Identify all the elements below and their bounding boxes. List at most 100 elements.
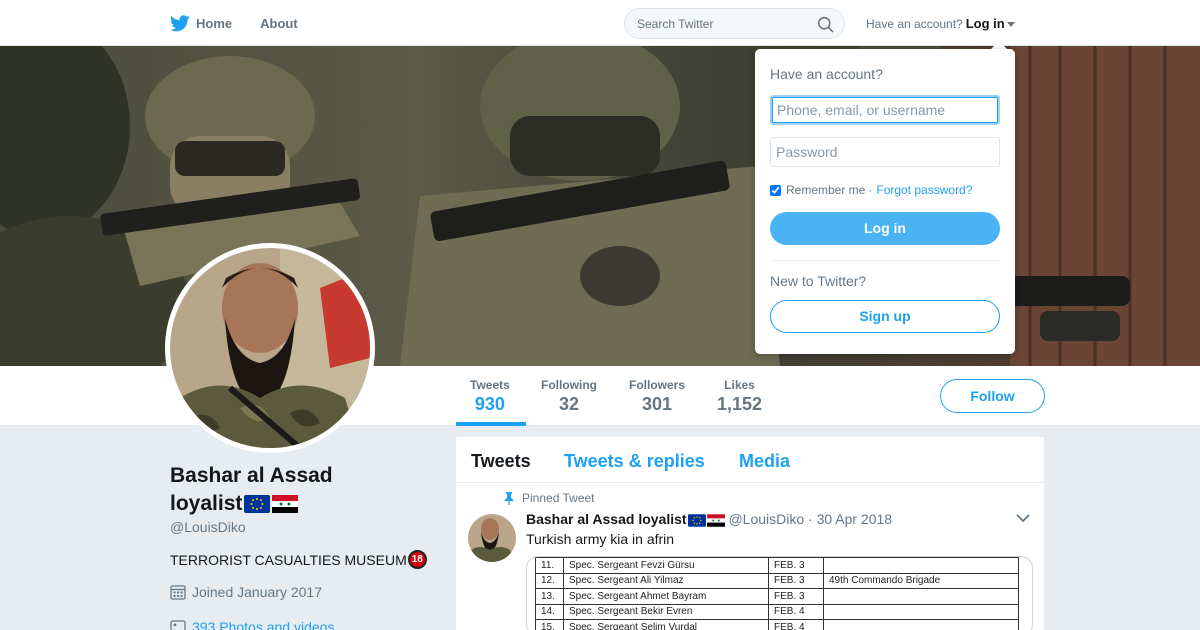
table-cell: 15. — [535, 619, 564, 630]
table-cell — [823, 619, 1019, 630]
forgot-password-link[interactable]: Forgot password? — [876, 183, 972, 197]
new-to-twitter-text: New to Twitter? — [770, 273, 867, 289]
table-cell: FEB. 3 — [768, 557, 824, 574]
login-link[interactable]: Log in — [966, 16, 1005, 31]
table-cell: FEB. 4 — [768, 619, 824, 630]
search-box[interactable]: Search Twitter — [624, 8, 845, 39]
tweet-media-image[interactable]: 11. Spec. Sergeant Fevzi Gürsu FEB. 3 12. Sp… — [526, 556, 1033, 630]
table-cell: 13. — [535, 588, 564, 605]
stat-followers[interactable]: Followers 301 — [629, 378, 685, 415]
follow-button[interactable]: Follow — [940, 379, 1045, 413]
bio-text: TERRORIST CASUALTIES MUSEUM — [170, 551, 407, 568]
table-cell: Spec. Sergeant Fevzi Gürsu — [563, 557, 769, 574]
profile-bio: TERRORIST CASUALTIES MUSEUM 18 — [170, 550, 427, 569]
login-dropdown: Have an account? Remember me · Forgot pa… — [755, 49, 1015, 354]
top-nav: Home About Search Twitter Have an accoun… — [0, 0, 1200, 46]
tweet-date[interactable]: · 30 Apr 2018 — [808, 511, 892, 527]
stat-value: 930 — [474, 394, 505, 414]
signup-button[interactable]: Sign up — [770, 300, 1000, 333]
chevron-down-icon[interactable] — [1016, 514, 1030, 523]
table-cell — [823, 557, 1019, 574]
table-row: 14. Spec. Sergeant Bekir Evren FEB. 4 — [535, 603, 1019, 620]
nav-left: Home About — [170, 0, 326, 46]
tweet-text: Turkish army kia in afrin — [526, 531, 675, 547]
joined-text: Joined January 2017 — [192, 584, 322, 600]
nav-home-label: Home — [196, 15, 233, 31]
table-cell: 11. — [535, 557, 564, 574]
stat-value: 32 — [558, 394, 580, 414]
separator: · — [868, 183, 873, 197]
table-cell: 49th Commando Brigade — [823, 572, 1019, 589]
profile-name-line1: Bashar al Assad — [170, 464, 333, 487]
stat-label: Tweets — [470, 378, 510, 392]
profile-avatar[interactable] — [165, 243, 375, 453]
eu-flag-icon — [244, 495, 271, 514]
tweet-author-handle[interactable]: @LouisDiko — [728, 511, 804, 527]
profile-name-line2: loyalist — [170, 492, 243, 515]
timeline-tabs: Tweets Tweets & replies Media — [456, 437, 1044, 483]
table-cell: 12. — [535, 572, 564, 589]
syria-flag-icon — [706, 514, 725, 527]
remember-checkbox[interactable] — [770, 184, 781, 196]
timeline: Tweets Tweets & replies Media Pinned Twe… — [456, 437, 1044, 630]
pinned-text: Pinned Tweet — [522, 491, 595, 505]
search-input[interactable]: Search Twitter — [637, 17, 713, 31]
table-cell: Spec. Sergeant Selim Vurdal — [563, 619, 769, 630]
table-cell: FEB. 3 — [768, 572, 824, 589]
photos-videos-link[interactable]: 393 Photos and videos — [170, 619, 334, 630]
syria-flag-icon — [272, 495, 299, 514]
stat-value: 301 — [641, 394, 673, 414]
password-field[interactable] — [770, 137, 1000, 167]
username-field[interactable] — [770, 95, 1000, 125]
twitter-bird-icon — [170, 14, 190, 31]
dropdown-title: Have an account? — [770, 66, 883, 82]
have-account-text: Have an account? — [866, 17, 963, 31]
active-tab-indicator — [456, 422, 526, 426]
table-cell — [823, 603, 1019, 620]
tab-tweets-replies[interactable]: Tweets & replies — [564, 451, 705, 472]
table-row: 12. Spec. Sergeant Ali Yilmaz FEB. 3 49th C… — [535, 572, 1019, 589]
eu-flag-icon — [687, 514, 706, 527]
table-cell: Spec. Sergeant Ahmet Bayram — [563, 588, 769, 605]
remember-label[interactable]: Remember me — [786, 183, 865, 197]
table-cell: 14. — [535, 603, 564, 620]
no-under-18-icon: 18 — [407, 550, 427, 569]
stat-label: Following — [541, 378, 597, 392]
divider — [770, 260, 1000, 261]
tweet-avatar[interactable] — [468, 514, 516, 562]
casualty-table: 11. Spec. Sergeant Fevzi Gürsu FEB. 3 12. Sp… — [535, 557, 1019, 630]
remember-row: Remember me · Forgot password? — [770, 183, 972, 197]
stat-value: 1,152 — [717, 394, 763, 414]
table-cell: FEB. 4 — [768, 603, 824, 620]
stat-following[interactable]: Following 32 — [541, 378, 597, 415]
table-row: 13. Spec. Sergeant Ahmet Bayram FEB. 3 — [535, 588, 1019, 605]
tab-tweets[interactable]: Tweets — [471, 451, 531, 472]
nav-about[interactable]: About — [260, 16, 298, 31]
stat-tweets[interactable]: Tweets 930 — [470, 378, 510, 415]
profile-handle: @LouisDiko — [170, 519, 246, 535]
tweet-author-name[interactable]: Bashar al Assad loyalist — [526, 511, 687, 527]
table-row: 11. Spec. Sergeant Fevzi Gürsu FEB. 3 — [535, 557, 1019, 574]
pin-icon — [504, 491, 514, 505]
table-cell — [823, 588, 1019, 605]
nav-home[interactable]: Home — [170, 14, 233, 32]
photos-text[interactable]: 393 Photos and videos — [192, 619, 334, 630]
nav-about-label: About — [260, 15, 298, 31]
profile-name: Bashar al Assad loyalist — [170, 462, 430, 518]
table-cell: Spec. Sergeant Bekir Evren — [563, 603, 769, 620]
login-button[interactable]: Log in — [770, 212, 1000, 245]
stat-label: Likes — [724, 378, 755, 392]
tab-media[interactable]: Media — [739, 451, 790, 472]
joined-date: Joined January 2017 — [170, 584, 322, 600]
chevron-down-icon — [1006, 22, 1015, 28]
photo-icon — [170, 620, 186, 630]
stat-label: Followers — [629, 378, 686, 392]
calendar-icon — [170, 585, 186, 600]
stat-likes[interactable]: Likes 1,152 — [717, 378, 762, 415]
table-cell: FEB. 3 — [768, 588, 824, 605]
profile-name-line2-wrap: loyalist — [170, 490, 430, 518]
login-nav[interactable]: Have an account? Log in — [866, 16, 1015, 31]
table-row: 15. Spec. Sergeant Selim Vurdal FEB. 4 — [535, 619, 1019, 630]
table-cell: Spec. Sergeant Ali Yilmaz — [563, 572, 769, 589]
search-icon[interactable] — [817, 16, 834, 33]
